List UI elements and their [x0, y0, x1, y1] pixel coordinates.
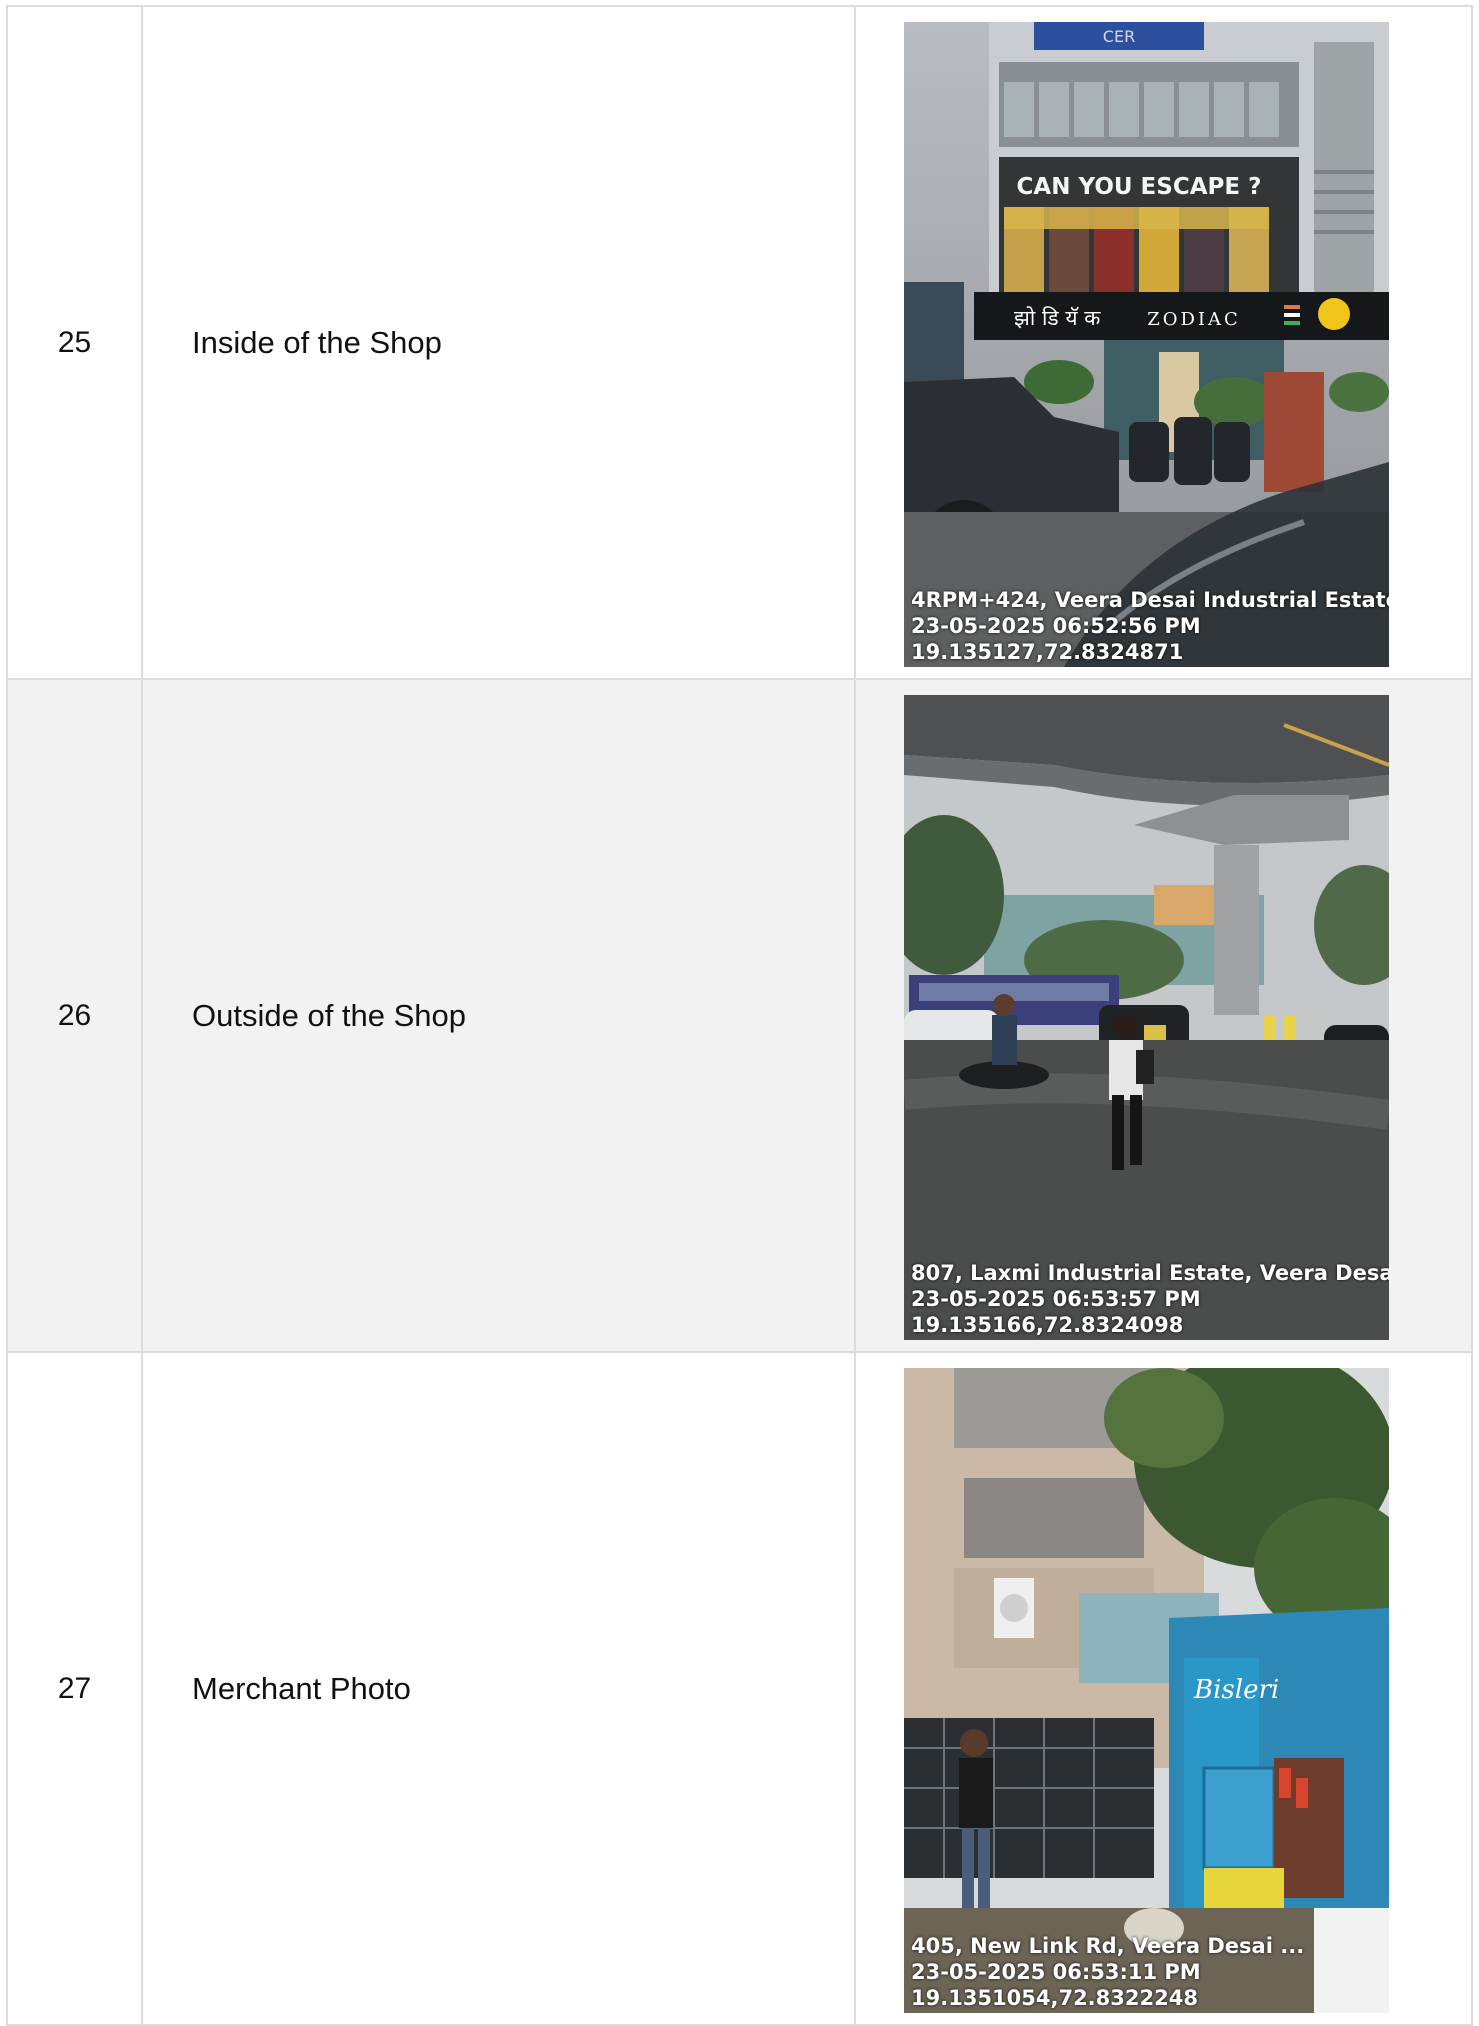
table-row: 25 Inside of the Shop CER CAN YOU ESCAPE… — [6, 5, 1473, 680]
merchant-kiosk-photo: Bisleri — [904, 1368, 1389, 2013]
photo-address: 807, Laxmi Industrial Estate, Veera Desa… — [911, 1261, 1389, 1285]
street-flyover-photo — [904, 695, 1389, 1340]
photo-datetime: 23-05-2025 06:53:11 PM — [911, 1960, 1201, 1984]
merchant-photo: Bisleri 405, New Link Rd, Veera Desai ..… — [904, 1368, 1389, 2013]
photo-geotag: 4RPM+424, Veera Desai Industrial Estate,… — [911, 587, 1389, 665]
row-label: Outside of the Shop — [141, 678, 856, 1353]
row-label: Inside of the Shop — [141, 5, 856, 680]
row-number: 25 — [6, 5, 143, 680]
photo-datetime: 23-05-2025 06:52:56 PM — [911, 614, 1201, 638]
photo-coordinates: 19.1351054,72.8322248 — [911, 1986, 1198, 2010]
sign-text: CAN YOU ESCAPE ? — [1017, 174, 1262, 200]
photo-geotag: 807, Laxmi Industrial Estate, Veera Desa… — [911, 1260, 1389, 1338]
row-number: 27 — [6, 1351, 143, 2026]
photo-address: 405, New Link Rd, Veera Desai ... — [911, 1934, 1305, 1958]
photo-address: 4RPM+424, Veera Desai Industrial Estate,… — [911, 588, 1389, 612]
store-name-devanagari: झो डि यॅ क — [1014, 306, 1101, 330]
photo-cell: CER CAN YOU ESCAPE ? झो डि यॅ क ZODIAC 4… — [854, 5, 1473, 680]
photo-coordinates: 19.135127,72.8324871 — [911, 640, 1184, 664]
store-name: ZODIAC — [1147, 309, 1241, 330]
table-row: 26 Outside of the Shop 807, Laxmi Indust… — [6, 678, 1473, 1353]
kiosk-brand: Bisleri — [1193, 1675, 1279, 1705]
shop-outside-photo: 807, Laxmi Industrial Estate, Veera Desa… — [904, 695, 1389, 1340]
photo-datetime: 23-05-2025 06:53:57 PM — [911, 1287, 1201, 1311]
photo-report-table: 25 Inside of the Shop CER CAN YOU ESCAPE… — [6, 5, 1473, 2026]
photo-cell: Bisleri 405, New Link Rd, Veera Desai ..… — [854, 1351, 1473, 2026]
row-label: Merchant Photo — [141, 1351, 856, 2026]
table-row: 27 Merchant Photo Bisleri 405, New Link … — [6, 1351, 1473, 2026]
top-sign-text: CER — [1103, 27, 1135, 46]
photo-geotag: 405, New Link Rd, Veera Desai ... 23-05-… — [911, 1933, 1389, 2011]
photo-coordinates: 19.135166,72.8324098 — [911, 1313, 1184, 1337]
shop-inside-photo: CER CAN YOU ESCAPE ? झो डि यॅ क ZODIAC 4… — [904, 22, 1389, 667]
photo-cell: 807, Laxmi Industrial Estate, Veera Desa… — [854, 678, 1473, 1353]
row-number: 26 — [6, 678, 143, 1353]
building-storefront-photo: CER CAN YOU ESCAPE ? झो डि यॅ क ZODIAC — [904, 22, 1389, 667]
